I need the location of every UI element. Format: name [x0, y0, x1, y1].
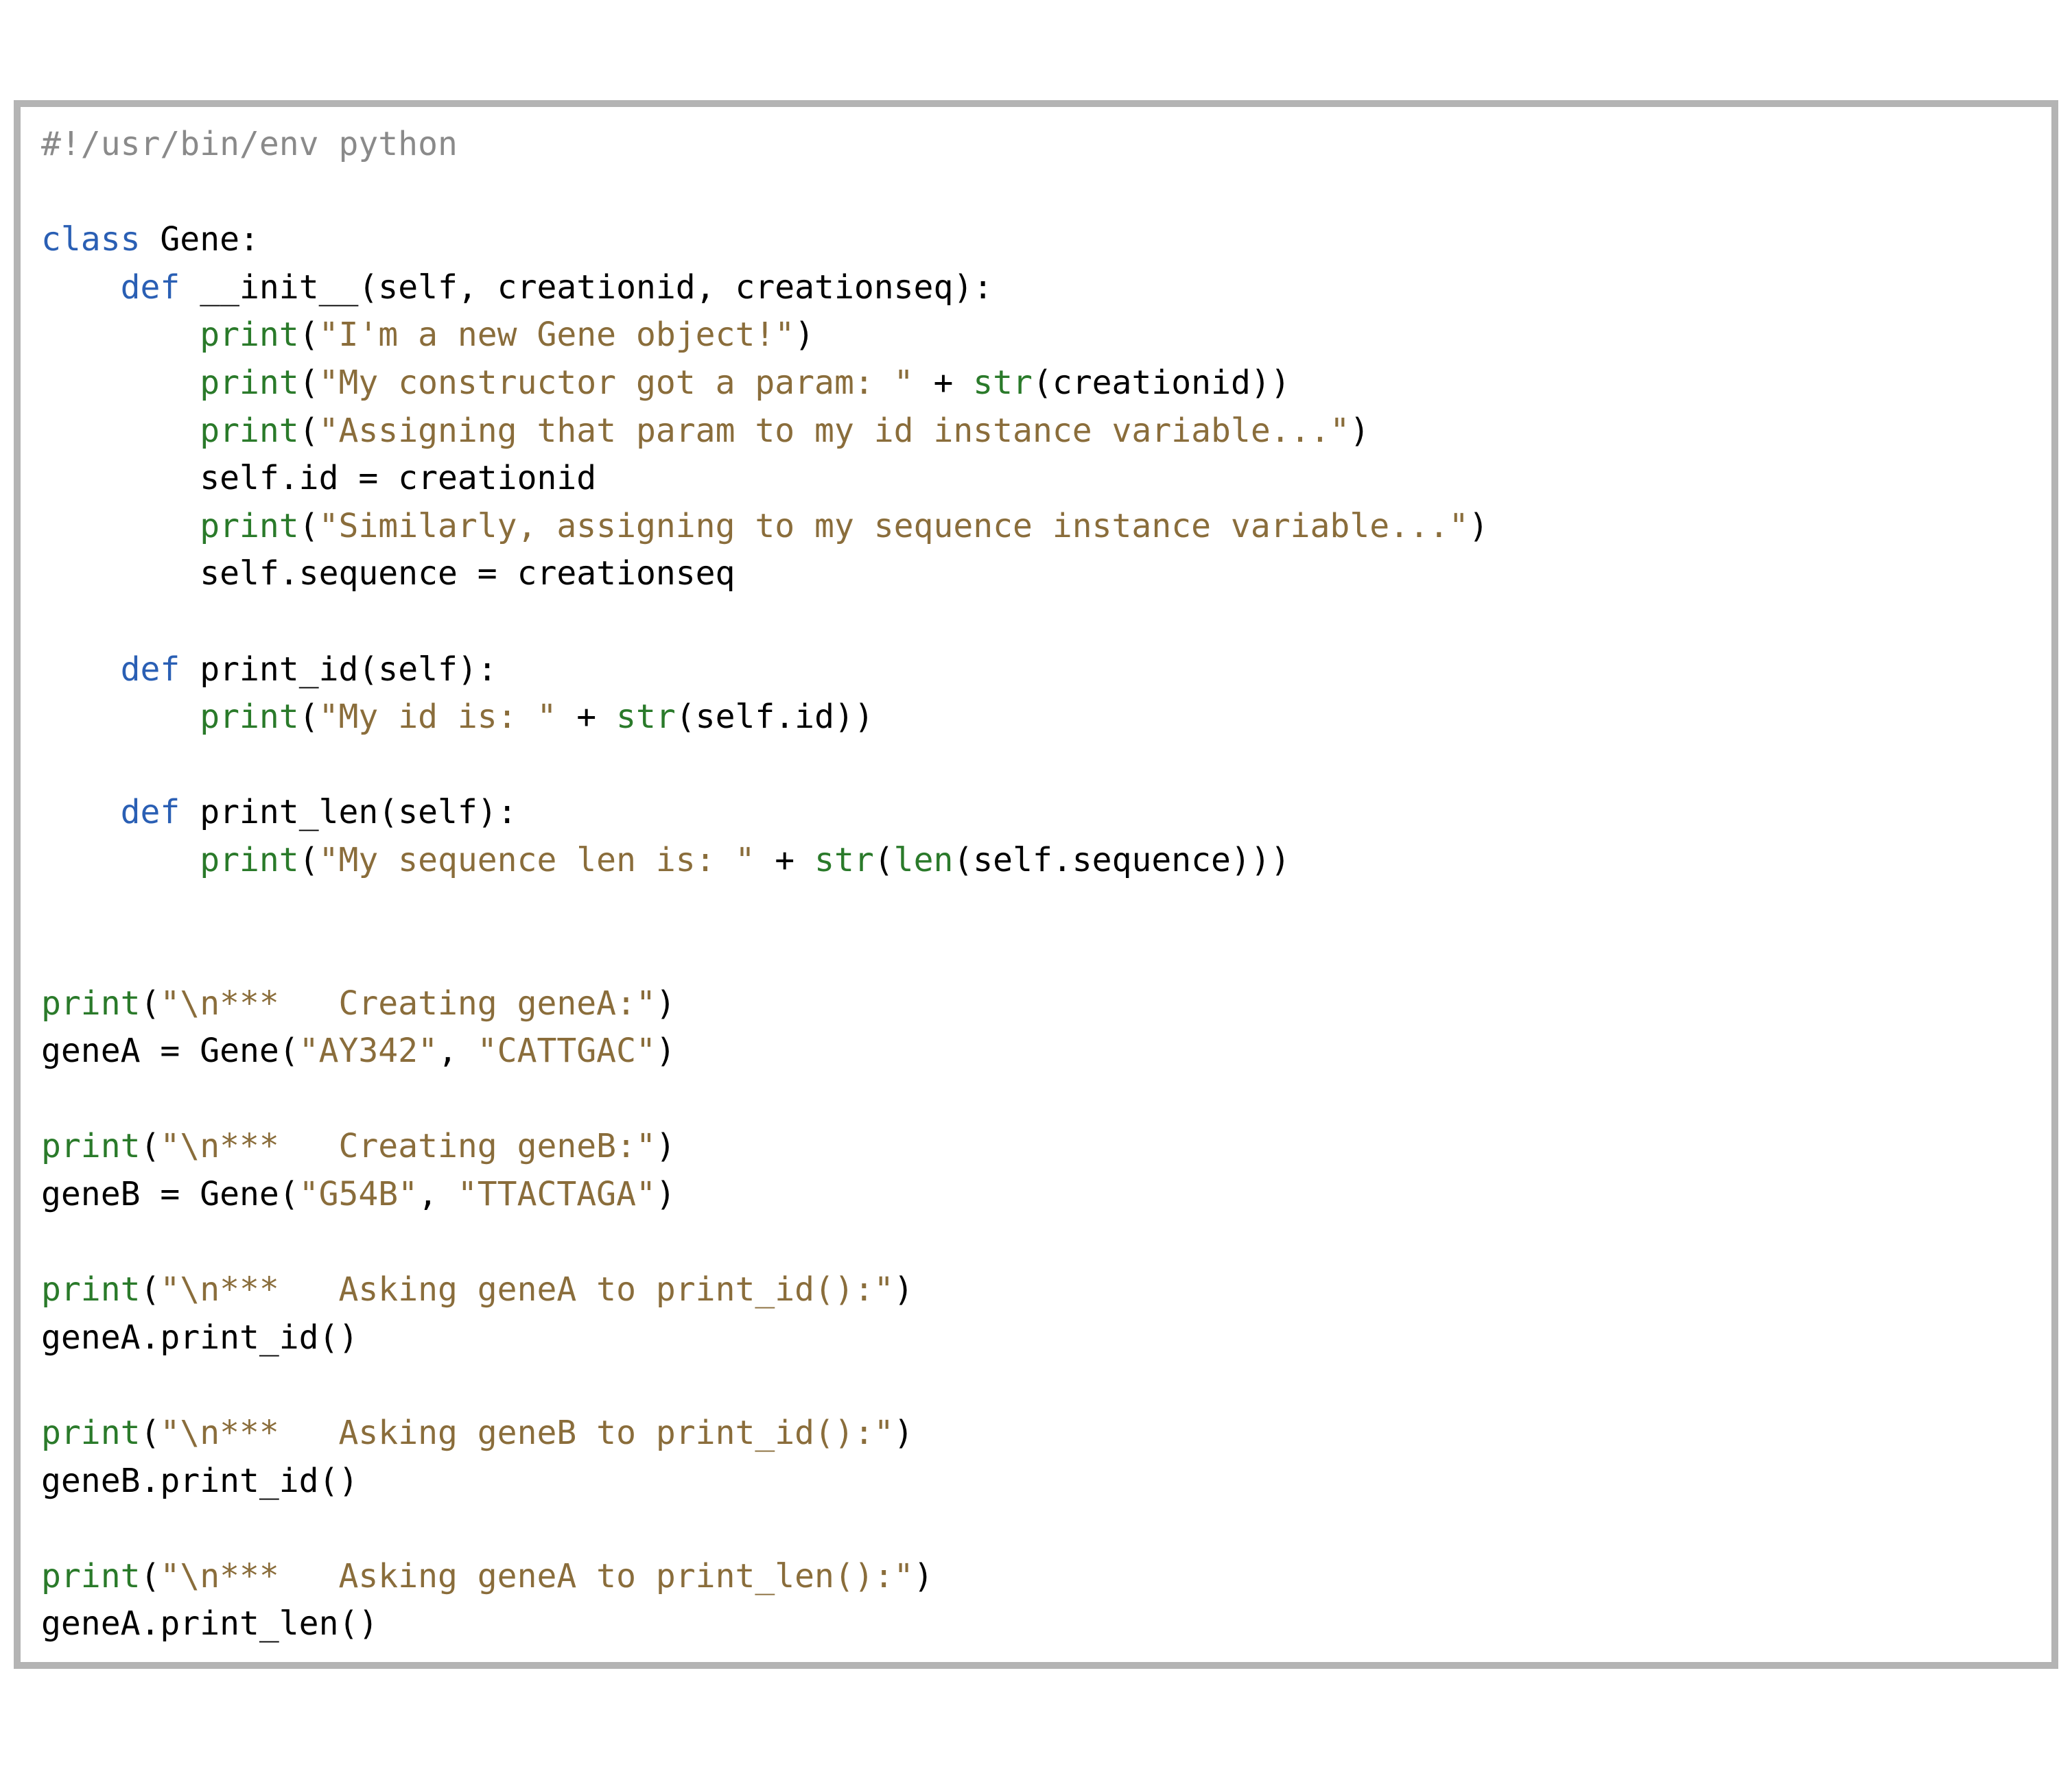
v-len-seq: (self.sequence))): [953, 841, 1290, 879]
gb-arg1: "G54B": [299, 1175, 418, 1213]
gb-printid: geneB.print_id(): [41, 1462, 358, 1500]
kw-def: def: [121, 793, 180, 831]
builtin-print: print: [200, 412, 299, 450]
str-assign-id: "Assigning that param to my id instance …: [319, 412, 1350, 450]
code-pre: #!/usr/bin/env python class Gene: def __…: [41, 121, 2031, 1648]
printid-params: (self):: [358, 650, 497, 689]
gb-arg2: "TTACTAGA": [458, 1175, 656, 1213]
ga-printlen: geneA.print_len(): [41, 1604, 378, 1643]
kw-class: class: [41, 220, 141, 259]
close-paren: ): [656, 1175, 676, 1213]
builtin-print: print: [200, 507, 299, 545]
ga-assign-pre: geneA = Gene(: [41, 1032, 299, 1070]
comma: ,: [438, 1032, 478, 1070]
builtin-print: print: [200, 841, 299, 879]
printlen-params: (self):: [378, 793, 517, 831]
str-my-seqlen: "My sequence len is: ": [319, 841, 755, 879]
builtin-str: str: [973, 364, 1033, 402]
builtin-print: print: [200, 698, 299, 736]
close-paren: ): [656, 1032, 676, 1070]
colon: :: [239, 220, 259, 259]
v-self-id: (self.id)): [676, 698, 874, 736]
str-ask-a-id: "\n*** Asking geneA to print_id():": [160, 1270, 893, 1309]
v-creationid: (creationid)): [1033, 364, 1291, 402]
builtin-print: print: [41, 1557, 141, 1595]
kw-def: def: [121, 268, 180, 307]
shebang-line: #!/usr/bin/env python: [41, 125, 458, 163]
comma: ,: [418, 1175, 458, 1213]
builtin-str: str: [814, 841, 874, 879]
str-assign-seq: "Similarly, assigning to my sequence ins…: [319, 507, 1469, 545]
str-creating-b: "\n*** Creating geneB:": [160, 1127, 655, 1165]
str-my-id: "My id is: ": [319, 698, 557, 736]
builtin-print: print: [200, 316, 299, 354]
ga-arg1: "AY342": [299, 1032, 438, 1070]
str-ask-a-len: "\n*** Asking geneA to print_len():": [160, 1557, 913, 1595]
builtin-print: print: [41, 1127, 141, 1165]
init-name: __init__: [200, 268, 358, 307]
builtin-print: print: [200, 364, 299, 402]
plus-op: +: [914, 364, 974, 402]
builtin-print: print: [41, 984, 141, 1023]
builtin-str: str: [616, 698, 676, 736]
printlen-name: print_len: [200, 793, 378, 831]
str-ask-b-id: "\n*** Asking geneB to print_id():": [160, 1414, 893, 1452]
builtin-print: print: [41, 1270, 141, 1309]
assign-seq: self.sequence = creationseq: [200, 554, 735, 593]
init-params: (self, creationid, creationseq):: [358, 268, 993, 307]
builtin-print: print: [41, 1414, 141, 1452]
plus-op: +: [755, 841, 814, 879]
assign-id: self.id = creationid: [200, 459, 596, 497]
str-creating-a: "\n*** Creating geneA:": [160, 984, 655, 1023]
gb-assign-pre: geneB = Gene(: [41, 1175, 299, 1213]
str-got-param: "My constructor got a param: ": [319, 364, 914, 402]
plus-op: +: [556, 698, 616, 736]
class-name: Gene: [160, 220, 239, 259]
builtin-len: len: [894, 841, 954, 879]
str-new-gene: "I'm a new Gene object!": [319, 316, 795, 354]
ga-printid: geneA.print_id(): [41, 1318, 358, 1357]
code-block: #!/usr/bin/env python class Gene: def __…: [14, 100, 2058, 1669]
ga-arg2: "CATTGAC": [478, 1032, 656, 1070]
kw-def: def: [121, 650, 180, 689]
printid-name: print_id: [200, 650, 358, 689]
